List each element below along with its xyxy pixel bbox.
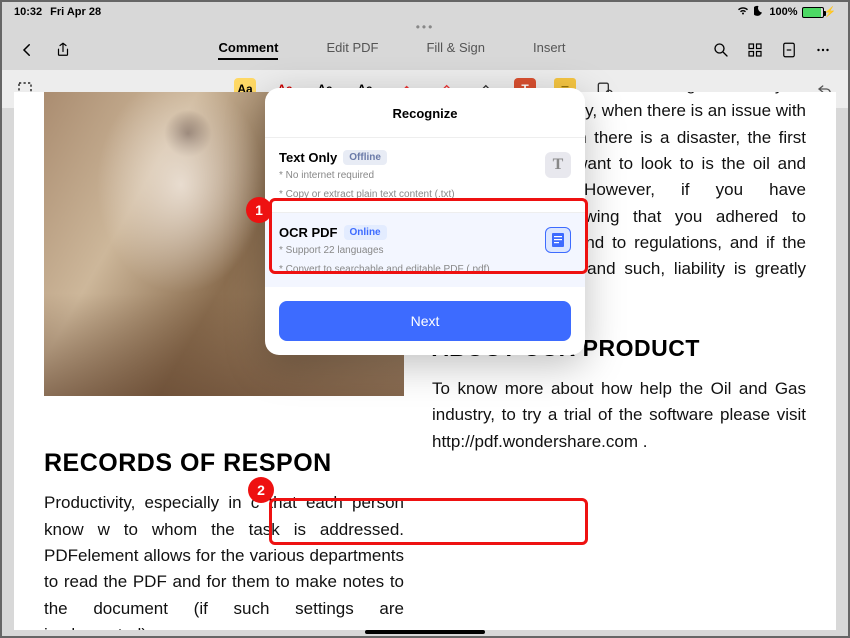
callout-box-1 — [269, 198, 588, 274]
option-text-only-title: Text Only — [279, 150, 337, 165]
body-right-2: To know more about how help the Oil and … — [432, 376, 806, 455]
battery-icon — [802, 7, 824, 18]
option-text-only-desc1: * No internet required — [279, 169, 571, 184]
moon-icon — [754, 5, 765, 19]
tab-fill-sign[interactable]: Fill & Sign — [426, 40, 485, 60]
more-icon[interactable] — [814, 41, 832, 59]
search-icon[interactable] — [712, 41, 730, 59]
grid-icon[interactable] — [746, 41, 764, 59]
tab-comment[interactable]: Comment — [218, 40, 278, 60]
page-icon[interactable] — [780, 41, 798, 59]
callout-number-2: 2 — [248, 477, 274, 503]
modal-title: Recognize — [265, 88, 585, 137]
top-nav: Comment Edit PDF Fill & Sign Insert — [2, 34, 848, 70]
callout-number-1: 1 — [246, 197, 272, 223]
status-bar: 10:32 Fri Apr 28 100% ⚡ — [2, 2, 848, 22]
text-icon: T — [545, 152, 571, 178]
heading-records: RECORDS OF RESPON — [44, 450, 404, 476]
badge-offline: Offline — [343, 150, 387, 165]
callout-box-2 — [269, 498, 588, 545]
status-date: Fri Apr 28 — [50, 6, 101, 18]
home-indicator[interactable] — [365, 630, 485, 634]
back-button[interactable] — [18, 41, 36, 59]
battery-percent: 100% — [769, 6, 797, 18]
multitask-dots[interactable]: ••• — [2, 20, 848, 34]
status-time: 10:32 — [14, 6, 42, 18]
share-button[interactable] — [54, 41, 72, 59]
next-button[interactable]: Next — [279, 301, 571, 341]
wifi-icon — [736, 5, 750, 19]
tab-insert[interactable]: Insert — [533, 40, 566, 60]
tab-edit-pdf[interactable]: Edit PDF — [326, 40, 378, 60]
